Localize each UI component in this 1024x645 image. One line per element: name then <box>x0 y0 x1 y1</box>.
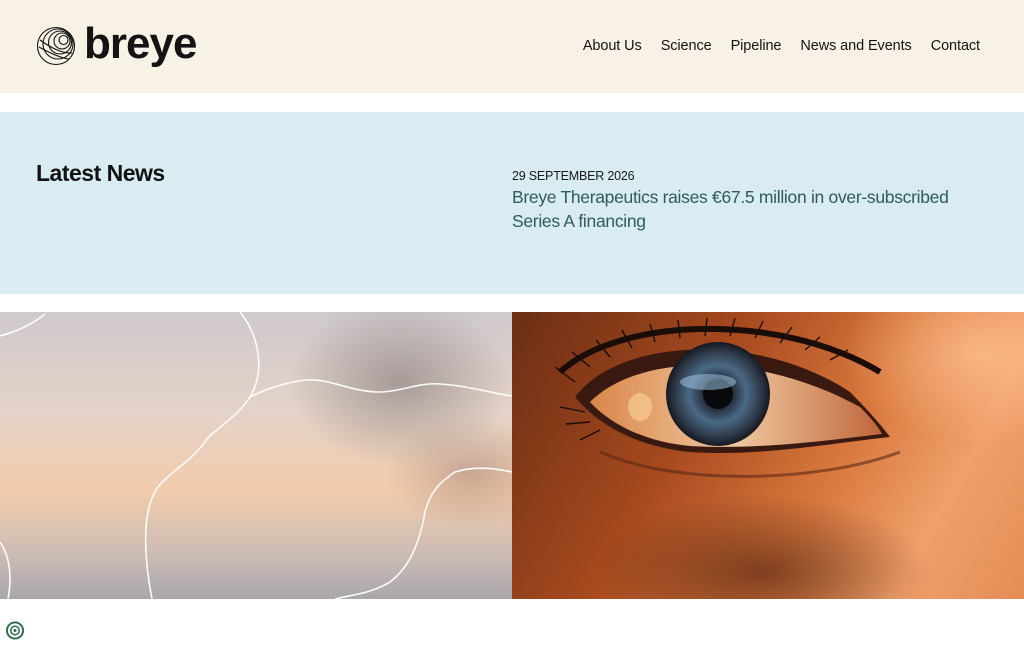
latest-news-heading: Latest News <box>36 160 165 186</box>
nav-contact[interactable]: Contact <box>931 36 980 56</box>
news-date: 29 SEPTEMBER 2026 <box>512 169 635 183</box>
brand-logo[interactable]: breye <box>36 19 197 70</box>
cookie-settings-icon[interactable] <box>5 621 25 640</box>
hero-eye-overlay <box>0 312 901 599</box>
latest-news-section: Latest News 29 SEPTEMBER 2026 Breye Ther… <box>0 112 1024 294</box>
nav-pipeline[interactable]: Pipeline <box>731 36 782 56</box>
news-article-link[interactable]: Breye Therapeutics raises €67.5 million … <box>512 185 952 233</box>
main-nav: About Us Science Pipeline News and Event… <box>564 36 980 56</box>
nav-about-us[interactable]: About Us <box>583 36 642 56</box>
hero-image-banner <box>0 312 1024 599</box>
site-header: breye About Us Science Pipeline News and… <box>0 0 1024 93</box>
brand-wordmark: breye <box>84 19 197 68</box>
concentric-sphere-icon <box>36 26 76 66</box>
nav-news-and-events[interactable]: News and Events <box>800 36 911 56</box>
nav-science[interactable]: Science <box>661 36 712 56</box>
